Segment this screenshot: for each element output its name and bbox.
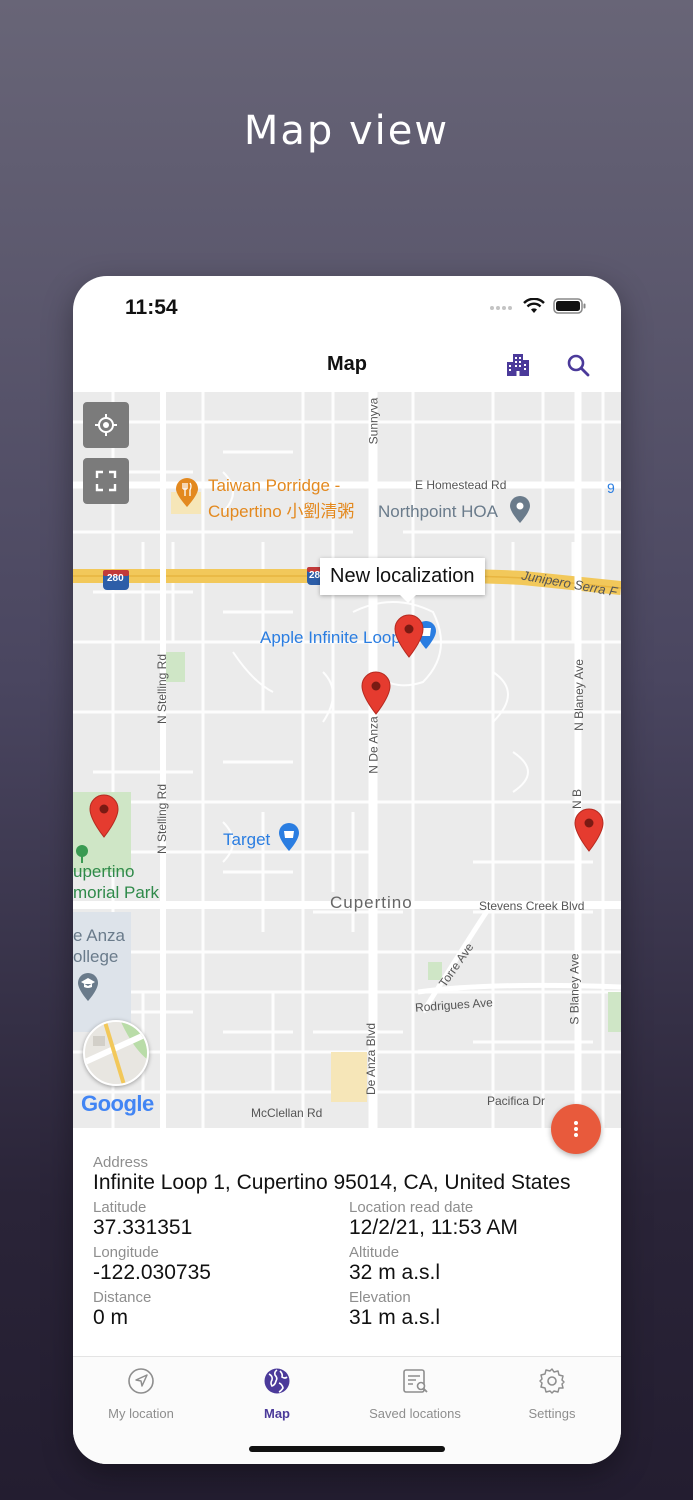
status-icons	[489, 298, 587, 314]
read-date-label: Location read date	[349, 1199, 474, 1216]
status-bar: 11:54	[73, 276, 621, 338]
road-label-stelling-2: N Stelling Rd	[155, 783, 170, 855]
search-icon	[567, 354, 590, 377]
latitude-value: 37.331351	[93, 1216, 193, 1239]
poi-label-college-2: ollege	[73, 947, 119, 966]
road-label-blaney-2: N B	[570, 788, 585, 810]
location-pin-selected[interactable]	[394, 614, 424, 658]
my-location-icon	[95, 414, 117, 436]
navigation-bar: Map	[73, 338, 621, 392]
tab-my-location[interactable]: My location	[76, 1367, 206, 1421]
tab-label-saved-locations: Saved locations	[369, 1406, 461, 1421]
poi-label-memorial-park-1: upertino	[73, 862, 135, 881]
altitude-value: 32 m a.s.l	[349, 1261, 441, 1284]
search-button[interactable]	[563, 350, 593, 380]
road-label-de-anza-blvd: De Anza Blvd	[364, 1022, 379, 1096]
road-label-mcclellan: McClellan Rd	[251, 1106, 323, 1120]
address-label: Address	[93, 1154, 149, 1171]
promo-title: Map view	[243, 108, 450, 154]
read-date-value: 12/2/21, 11:53 AM	[349, 1216, 518, 1239]
road-label-blaney-s: S Blaney Ave	[567, 953, 582, 1025]
poi-label-target: Target	[223, 830, 271, 849]
map-view[interactable]: 280 28 9 Taiwan Porridge - Cupertino 小劉清…	[73, 392, 621, 1128]
tab-label-settings: Settings	[528, 1406, 576, 1421]
status-time: 11:54	[125, 296, 178, 319]
tab-settings[interactable]: Settings	[487, 1367, 617, 1421]
city-label-cupertino: Cupertino	[330, 893, 413, 912]
more-options-button[interactable]	[551, 1104, 601, 1154]
elevation-label: Elevation	[349, 1289, 411, 1306]
poi-label-apple: Apple Infinite Loop	[260, 628, 401, 647]
buildings-icon	[507, 354, 529, 376]
tab-label-map: Map	[264, 1406, 290, 1421]
road-label-stelling-1: N Stelling Rd	[155, 653, 170, 725]
phone-screen: 11:54 Map 280 28 9 Taiwan Porridge - Cup…	[73, 276, 621, 1464]
address-value: Infinite Loop 1, Cupertino 95014, CA, Un…	[93, 1171, 571, 1194]
road-label-homestead: E Homestead Rd	[415, 478, 507, 492]
fullscreen-icon	[95, 470, 117, 492]
tab-map[interactable]: Map	[212, 1367, 342, 1421]
poi-label-memorial-park-2: morial Park	[73, 883, 159, 902]
navigation-arrow-icon	[128, 1368, 154, 1394]
latitude-label: Latitude	[93, 1199, 147, 1216]
gear-icon	[539, 1368, 565, 1394]
longitude-label: Longitude	[93, 1244, 159, 1261]
google-logo: Google	[81, 1091, 154, 1116]
road-label-pacifica: Pacifica Dr	[487, 1094, 546, 1108]
poi-label-taiwan-porridge: Taiwan Porridge -	[208, 476, 341, 495]
longitude-value: -122.030735	[93, 1261, 211, 1284]
road-label-280: 280	[107, 573, 124, 584]
location-pin[interactable]	[89, 794, 119, 838]
road-label-blaney-1: N Blaney Ave	[571, 659, 586, 731]
more-vertical-icon	[574, 1121, 578, 1137]
shopping-marker-icon[interactable]	[278, 822, 300, 852]
poi-label-northpoint: Northpoint HOA	[378, 502, 498, 521]
road-label-stevens-creek: Stevens Creek Blvd	[479, 899, 585, 913]
my-location-button[interactable]	[83, 402, 129, 448]
fullscreen-button[interactable]	[83, 458, 129, 504]
tab-label-my-location: My location	[108, 1406, 174, 1421]
distance-label: Distance	[93, 1289, 152, 1306]
altitude-label: Altitude	[349, 1244, 400, 1261]
park-marker-icon	[76, 845, 88, 863]
battery-icon	[553, 298, 586, 314]
saved-list-icon	[403, 1369, 428, 1393]
poi-label-college-1: e Anza	[73, 926, 125, 945]
road-label-9: 9	[607, 480, 615, 496]
road-label-280b: 28	[309, 570, 321, 581]
home-indicator[interactable]	[249, 1446, 445, 1452]
cellular-signal-icon	[490, 306, 512, 310]
globe-icon	[264, 1368, 290, 1394]
location-pin[interactable]	[361, 671, 391, 715]
tab-saved-locations[interactable]: Saved locations	[350, 1367, 480, 1421]
wifi-icon	[523, 298, 545, 313]
nav-title: Map	[327, 353, 367, 375]
location-pin[interactable]	[574, 808, 604, 852]
buildings-button[interactable]	[503, 350, 533, 380]
distance-value: 0 m	[93, 1306, 129, 1329]
restaurant-marker-icon[interactable]	[175, 478, 199, 508]
place-marker-icon[interactable]	[509, 496, 531, 524]
elevation-value: 31 m a.s.l	[349, 1306, 441, 1329]
location-details: Address Infinite Loop 1, Cupertino 95014…	[73, 1128, 621, 1356]
school-marker-icon[interactable]	[77, 972, 99, 1002]
map-type-toggle[interactable]	[83, 1020, 149, 1086]
marker-info-window[interactable]: New localization	[320, 558, 485, 603]
road-label-sunnyvale: Sunnyva	[366, 397, 381, 445]
road-label-de-anza-n: N De Anza	[366, 716, 381, 774]
poi-label-taiwan-porridge-2: Cupertino 小劉清粥	[208, 502, 355, 521]
